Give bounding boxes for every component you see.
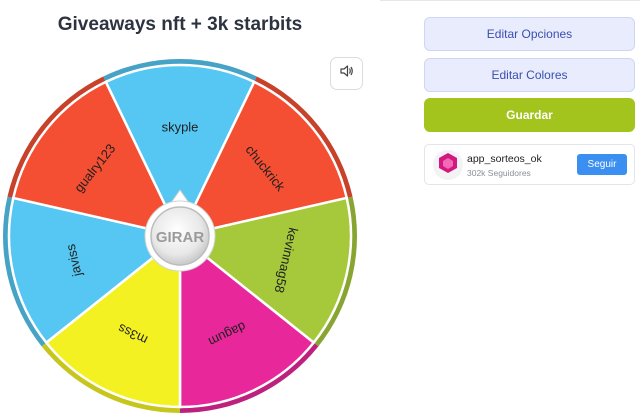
edit-colors-button[interactable]: Editar Colores xyxy=(424,58,635,92)
save-button[interactable]: Guardar xyxy=(424,98,635,132)
edit-options-button[interactable]: Editar Opciones xyxy=(424,17,635,51)
follower-count: 302k Seguidores xyxy=(467,168,531,178)
spin-label: GIRAR xyxy=(156,229,205,246)
account-card: app_sorteos_ok 302k Seguidores Seguir xyxy=(424,144,635,185)
account-name[interactable]: app_sorteos_ok xyxy=(467,153,542,165)
top-divider xyxy=(380,0,640,1)
wheel-segment-label: skyple xyxy=(162,119,199,134)
page-title: Giveaways nft + 3k starbits xyxy=(57,14,303,35)
avatar[interactable] xyxy=(433,150,463,180)
prize-wheel[interactable]: skyple chuckrick kevinnag58 dagum m3ss javiss… xyxy=(0,40,360,415)
follow-button[interactable]: Seguir xyxy=(577,154,627,175)
hexagon-logo-icon xyxy=(438,152,458,179)
